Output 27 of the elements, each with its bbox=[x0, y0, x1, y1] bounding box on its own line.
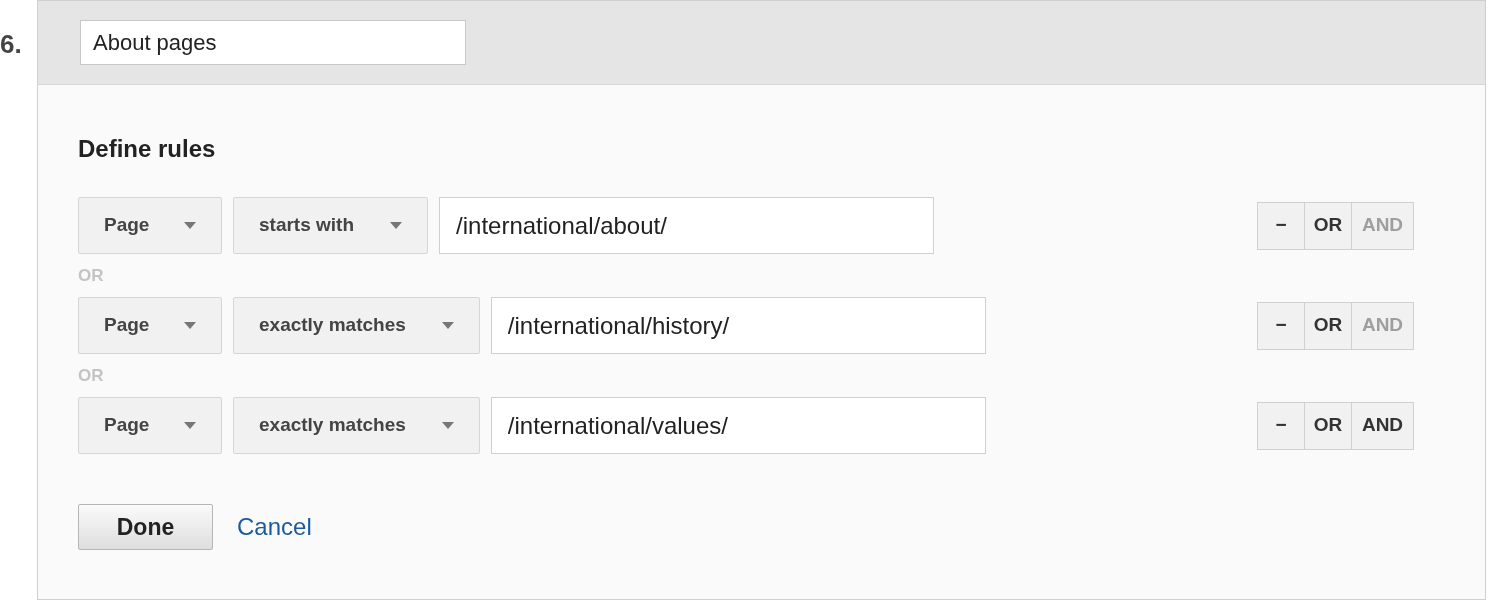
rule-action-button[interactable]: AND bbox=[1351, 401, 1414, 450]
dropdown[interactable]: exactly matches bbox=[233, 297, 480, 354]
name-field[interactable]: About pages bbox=[80, 20, 466, 65]
section-number: 6. bbox=[0, 28, 23, 61]
rule-action-button[interactable]: − bbox=[1257, 301, 1305, 350]
value-field[interactable]: /international/about/ bbox=[439, 197, 935, 254]
dropdown[interactable]: Page bbox=[78, 397, 222, 454]
rule-action-button[interactable]: − bbox=[1257, 401, 1305, 450]
caret-icon bbox=[441, 422, 454, 429]
rule-action-button[interactable]: OR bbox=[1304, 301, 1352, 350]
dropdown[interactable]: starts with bbox=[233, 197, 429, 254]
rule-action-button[interactable]: OR bbox=[1304, 401, 1352, 450]
done-button[interactable]: Done bbox=[78, 504, 213, 550]
value-field[interactable]: /international/values/ bbox=[490, 397, 986, 454]
section-heading: Define rules bbox=[78, 134, 217, 164]
caret-icon bbox=[184, 322, 196, 329]
rule-action-button[interactable]: OR bbox=[1304, 201, 1352, 250]
cancel-link[interactable]: Cancel bbox=[237, 509, 312, 545]
dropdown[interactable]: Page bbox=[78, 297, 222, 354]
caret-icon bbox=[184, 222, 196, 229]
dropdown[interactable]: exactly matches bbox=[233, 397, 480, 454]
caret-icon bbox=[390, 222, 403, 229]
caret-icon bbox=[441, 322, 454, 329]
caret-icon bbox=[184, 422, 196, 429]
dropdown[interactable]: Page bbox=[78, 197, 222, 254]
rule-action-button[interactable]: − bbox=[1257, 201, 1305, 250]
value-field[interactable]: /international/history/ bbox=[490, 297, 986, 354]
